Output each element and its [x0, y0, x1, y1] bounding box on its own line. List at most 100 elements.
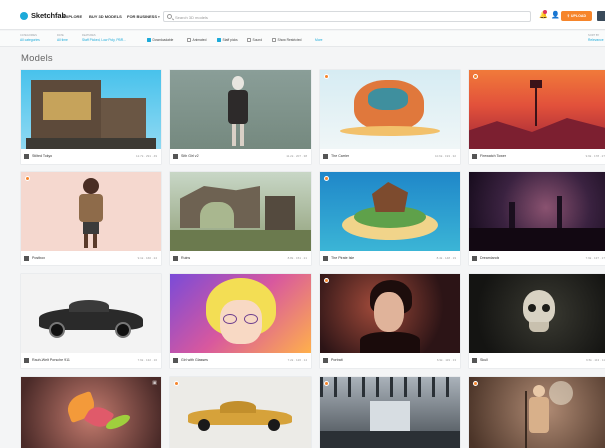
model-stats: 11.2k · 207 · 38 — [286, 154, 307, 158]
author-avatar[interactable] — [323, 256, 328, 261]
model-title[interactable]: Portrait — [331, 358, 343, 362]
warrior-head-shape — [533, 385, 545, 397]
model-card[interactable]: Skull 6.5k · 113 · 11 — [469, 274, 605, 368]
author-avatar[interactable] — [173, 358, 178, 363]
ruin-wall-shape — [265, 196, 295, 230]
model-card[interactable] — [469, 377, 605, 448]
model-thumbnail[interactable] — [170, 70, 311, 149]
model-stats: 9.9k · 178 · 27 — [585, 154, 605, 158]
model-stats: 7.2k · 126 · 14 — [287, 358, 307, 362]
model-card[interactable] — [320, 377, 460, 448]
ground-shape — [170, 230, 311, 251]
portrait-shoulder-shape — [360, 332, 420, 353]
model-title[interactable]: Stilted Tokyo — [32, 154, 52, 158]
girl-hair-shape — [83, 178, 99, 194]
pirate-ship-shape — [372, 182, 408, 212]
model-card[interactable]: Dreamlands 7.9k · 137 · 17 — [469, 172, 605, 265]
model-thumbnail[interactable]: ▣ — [21, 377, 161, 448]
model-title[interactable]: Girl with Glasses — [181, 358, 208, 362]
island-base-shape — [340, 126, 440, 136]
ground-shape — [26, 138, 156, 149]
model-thumbnail[interactable] — [170, 377, 311, 448]
model-card[interactable]: Sith Girl v2 11.2k · 207 · 38 — [170, 70, 311, 164]
model-stats: 7.9k · 137 · 17 — [585, 256, 605, 260]
model-title[interactable]: Firewatch Tower — [480, 154, 506, 158]
girl-skirt-shape — [83, 222, 99, 234]
car-roof-shape — [220, 401, 256, 413]
model-stats: 12.7k · 291 · 49 — [135, 154, 157, 158]
model-card[interactable]: Postbox 9.1k · 160 · 24 — [21, 172, 161, 265]
model-thumbnail[interactable] — [320, 377, 460, 448]
model-stats: 7.6k · 132 · 16 — [137, 358, 157, 362]
model-title[interactable]: Ruins — [181, 256, 190, 260]
model-card[interactable]: Ruins 8.8k · 151 · 21 — [170, 172, 311, 265]
roof-beams-shape — [320, 377, 460, 397]
glasses-lens-shape — [223, 314, 237, 324]
car-wheel-shape — [115, 322, 131, 338]
model-meta: Sith Girl v2 11.2k · 207 · 38 — [170, 149, 311, 164]
model-title[interactable]: The Pirate Isle — [331, 256, 354, 260]
model-thumbnail[interactable] — [469, 70, 605, 149]
car-wheel-shape — [268, 419, 280, 431]
model-meta: Dreamlands 7.9k · 137 · 17 — [469, 251, 605, 265]
staff-pick-icon — [324, 278, 329, 283]
model-card[interactable]: Girl with Glasses 7.2k · 126 · 14 — [170, 274, 311, 368]
car-roof-shape — [69, 300, 109, 312]
model-title[interactable]: Rauh-Welt Porsche 911 — [32, 358, 70, 362]
model-stats: 6.9k · 119 · 13 — [436, 358, 456, 362]
model-stats: 8.8k · 151 · 21 — [287, 256, 307, 260]
author-avatar[interactable] — [24, 358, 29, 363]
model-thumbnail[interactable] — [170, 172, 311, 251]
author-avatar[interactable] — [173, 154, 178, 159]
model-thumbnail[interactable] — [21, 274, 161, 353]
model-stats: 10.6k · 193 · 32 — [434, 154, 456, 158]
car-wheel-shape — [49, 322, 65, 338]
model-card[interactable]: ▣ — [21, 377, 161, 448]
model-meta: Firewatch Tower 9.9k · 178 · 27 — [469, 149, 605, 164]
model-meta: The Carrier 10.6k · 193 · 32 — [320, 149, 460, 164]
model-title[interactable]: Postbox — [32, 256, 45, 260]
glasses-lens-shape — [244, 314, 258, 324]
model-card[interactable]: Firewatch Tower 9.9k · 178 · 27 — [469, 70, 605, 164]
model-stats: 9.1k · 160 · 24 — [137, 256, 157, 260]
model-thumbnail[interactable] — [170, 274, 311, 353]
warrior-body-shape — [529, 397, 549, 433]
model-thumbnail[interactable] — [320, 70, 460, 149]
author-avatar[interactable] — [323, 358, 328, 363]
author-avatar[interactable] — [472, 256, 477, 261]
model-title[interactable]: Sith Girl v2 — [181, 154, 199, 158]
model-card[interactable]: Stilted Tokyo 12.7k · 291 · 49 — [21, 70, 161, 164]
model-thumbnail[interactable] — [320, 172, 460, 251]
author-avatar[interactable] — [173, 256, 178, 261]
author-avatar[interactable] — [323, 154, 328, 159]
model-card[interactable]: The Pirate Isle 8.4k · 148 · 19 — [320, 172, 460, 265]
model-card[interactable]: Rauh-Welt Porsche 911 7.6k · 132 · 16 — [21, 274, 161, 368]
floor-shape — [320, 431, 460, 448]
model-thumbnail[interactable] — [469, 172, 605, 251]
model-meta: Postbox 9.1k · 160 · 24 — [21, 251, 161, 265]
model-card[interactable]: The Carrier 10.6k · 193 · 32 — [320, 70, 460, 164]
model-title[interactable]: The Carrier — [331, 154, 349, 158]
model-thumbnail[interactable] — [21, 172, 161, 251]
model-meta: Girl with Glasses 7.2k · 126 · 14 — [170, 353, 311, 368]
model-thumbnail[interactable] — [320, 274, 460, 353]
girl-leg-shape — [84, 234, 88, 248]
model-thumbnail[interactable] — [21, 70, 161, 149]
building-shape — [101, 98, 146, 143]
model-meta: Rauh-Welt Porsche 911 7.6k · 132 · 16 — [21, 353, 161, 368]
author-avatar[interactable] — [24, 154, 29, 159]
model-card[interactable] — [170, 377, 311, 448]
girl-jacket-shape — [79, 194, 103, 222]
model-title[interactable]: Skull — [480, 358, 488, 362]
model-card[interactable]: Portrait 6.9k · 119 · 13 — [320, 274, 460, 368]
author-avatar[interactable] — [472, 358, 477, 363]
staff-pick-icon — [174, 381, 179, 386]
model-title[interactable]: Dreamlands — [480, 256, 499, 260]
author-avatar[interactable] — [472, 154, 477, 159]
model-thumbnail[interactable] — [469, 274, 605, 353]
model-thumbnail[interactable] — [469, 377, 605, 448]
author-avatar[interactable] — [24, 256, 29, 261]
island-detail-shape — [368, 88, 408, 110]
figure-head-shape — [232, 76, 244, 90]
hall-window-shape — [370, 401, 410, 431]
